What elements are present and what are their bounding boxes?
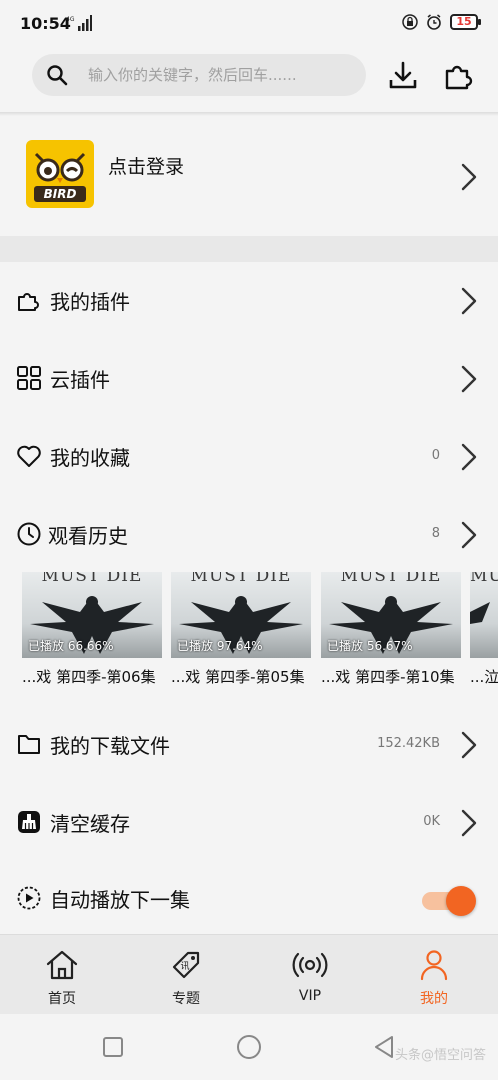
person-icon	[420, 950, 448, 981]
history-item[interactable]: MUST DIE 已播放 56.67% ...戏 第四季-第10集	[321, 572, 461, 687]
bottom-navigation: 首页 讯 专题 VIP 我的	[0, 934, 498, 1014]
watch-progress: 已播放 66.66%	[28, 639, 114, 653]
chevron-right-icon	[461, 809, 477, 837]
history-item[interactable]: MUST DIE ...泣	[470, 572, 498, 687]
chevron-right-icon	[461, 287, 477, 315]
nav-label: 首页	[48, 991, 76, 1007]
home-icon	[46, 950, 78, 980]
folder-icon	[18, 735, 40, 754]
history-thumbnail: MUST DIE	[470, 572, 498, 658]
broom-icon	[18, 811, 40, 833]
svg-text:讯: 讯	[180, 961, 189, 972]
episode-title: ...戏 第四季-第06集	[22, 668, 156, 686]
app-logo: BIRD	[26, 140, 94, 208]
heart-icon	[17, 445, 41, 467]
menu-item-downloads[interactable]: 我的下载文件 152.42KB	[0, 706, 498, 784]
search-bar[interactable]	[32, 54, 366, 96]
menu-label: 自动播放下一集	[50, 888, 190, 912]
menu-item-my-plugins[interactable]: 我的插件	[0, 262, 498, 340]
history-item[interactable]: MUST DIE 已播放 66.66% ...戏 第四季-第06集	[22, 572, 162, 687]
menu-item-clear-cache[interactable]: 清空缓存 0K	[0, 784, 498, 862]
chevron-right-icon	[461, 521, 477, 549]
owl-logo-icon: BIRD	[34, 152, 86, 202]
login-row[interactable]: BIRD 点击登录	[0, 118, 498, 236]
logo-text: BIRD	[44, 187, 77, 201]
history-thumbnail: MUST DIE 已播放 97.64%	[171, 572, 311, 658]
history-count: 8	[431, 526, 440, 541]
play-circle-icon	[17, 886, 41, 910]
history-thumbnail: MUST DIE 已播放 66.66%	[22, 572, 162, 658]
downloads-size: 152.42KB	[377, 736, 440, 751]
broadcast-icon	[292, 952, 328, 978]
recent-apps-icon[interactable]	[102, 1036, 124, 1058]
menu-item-cloud-plugins[interactable]: 云插件	[0, 340, 498, 418]
chevron-right-icon	[461, 443, 477, 471]
menu-label: 云插件	[50, 368, 110, 392]
watch-progress: 已播放 56.67%	[327, 639, 413, 653]
clock-icon	[17, 522, 41, 546]
cache-size: 0K	[423, 814, 440, 829]
section-divider	[0, 236, 498, 262]
favorites-count: 0	[431, 448, 440, 463]
history-item[interactable]: MUST DIE 已播放 97.64% ...戏 第四季-第05集	[171, 572, 311, 687]
toggle-knob	[446, 886, 476, 916]
nav-tab-topics[interactable]: 讯 专题	[124, 935, 248, 1015]
menu-label: 清空缓存	[50, 812, 130, 836]
chevron-right-icon	[461, 731, 477, 759]
status-bar: 10:54 4G 15	[0, 0, 498, 50]
download-icon[interactable]	[386, 58, 420, 92]
network-type-label: 4G	[66, 16, 75, 23]
back-triangle-icon[interactable]	[372, 1034, 396, 1060]
plugin-icon	[18, 293, 39, 311]
history-thumbnail: MUST DIE 已播放 56.67%	[321, 572, 461, 658]
battery-indicator: 15	[450, 14, 481, 30]
alarm-icon	[427, 14, 441, 30]
episode-title: ...戏 第四季-第05集	[171, 668, 305, 686]
nav-label: 专题	[172, 991, 200, 1007]
menu-label: 我的收藏	[50, 446, 130, 470]
autoplay-toggle[interactable]	[422, 886, 476, 916]
raven-artwork	[470, 602, 490, 624]
nav-label: VIP	[298, 988, 322, 1004]
search-icon	[47, 65, 68, 86]
plugin-icon[interactable]	[442, 58, 476, 92]
chevron-right-icon	[461, 365, 477, 393]
status-time: 10:54	[20, 14, 71, 33]
grid-icon	[17, 366, 41, 390]
nav-tab-home[interactable]: 首页	[0, 935, 124, 1015]
nav-tab-vip[interactable]: VIP	[248, 935, 372, 1015]
episode-title: ...戏 第四季-第10集	[321, 668, 455, 686]
nav-label: 我的	[420, 991, 448, 1007]
watermark: 头条@悟空问答	[394, 1048, 486, 1063]
history-thumbnails: MUST DIE 已播放 66.66% ...戏 第四季-第06集 MUST D…	[0, 572, 498, 692]
menu-item-autoplay: 自动播放下一集	[0, 860, 498, 938]
status-icons: 15	[402, 14, 481, 30]
menu-item-watch-history[interactable]: 观看历史 8	[0, 496, 498, 574]
nav-tab-mine[interactable]: 我的	[372, 935, 496, 1015]
tag-icon: 讯	[172, 951, 200, 979]
menu-label: 我的下载文件	[50, 734, 170, 758]
menu-label: 我的插件	[50, 290, 130, 314]
menu-label: 观看历史	[48, 524, 128, 548]
login-label: 点击登录	[108, 156, 185, 178]
home-circle-icon[interactable]	[236, 1034, 262, 1060]
menu-item-favorites[interactable]: 我的收藏 0	[0, 418, 498, 496]
header-divider	[0, 112, 498, 116]
lock-rotation-icon	[402, 14, 418, 30]
chevron-right-icon	[461, 163, 477, 191]
system-navigation-bar: 头条@悟空问答	[0, 1014, 498, 1080]
search-input[interactable]	[88, 54, 354, 96]
watch-progress: 已播放 97.64%	[177, 639, 263, 653]
signal-icon: 4G	[66, 15, 92, 31]
episode-title: ...泣	[470, 668, 498, 686]
